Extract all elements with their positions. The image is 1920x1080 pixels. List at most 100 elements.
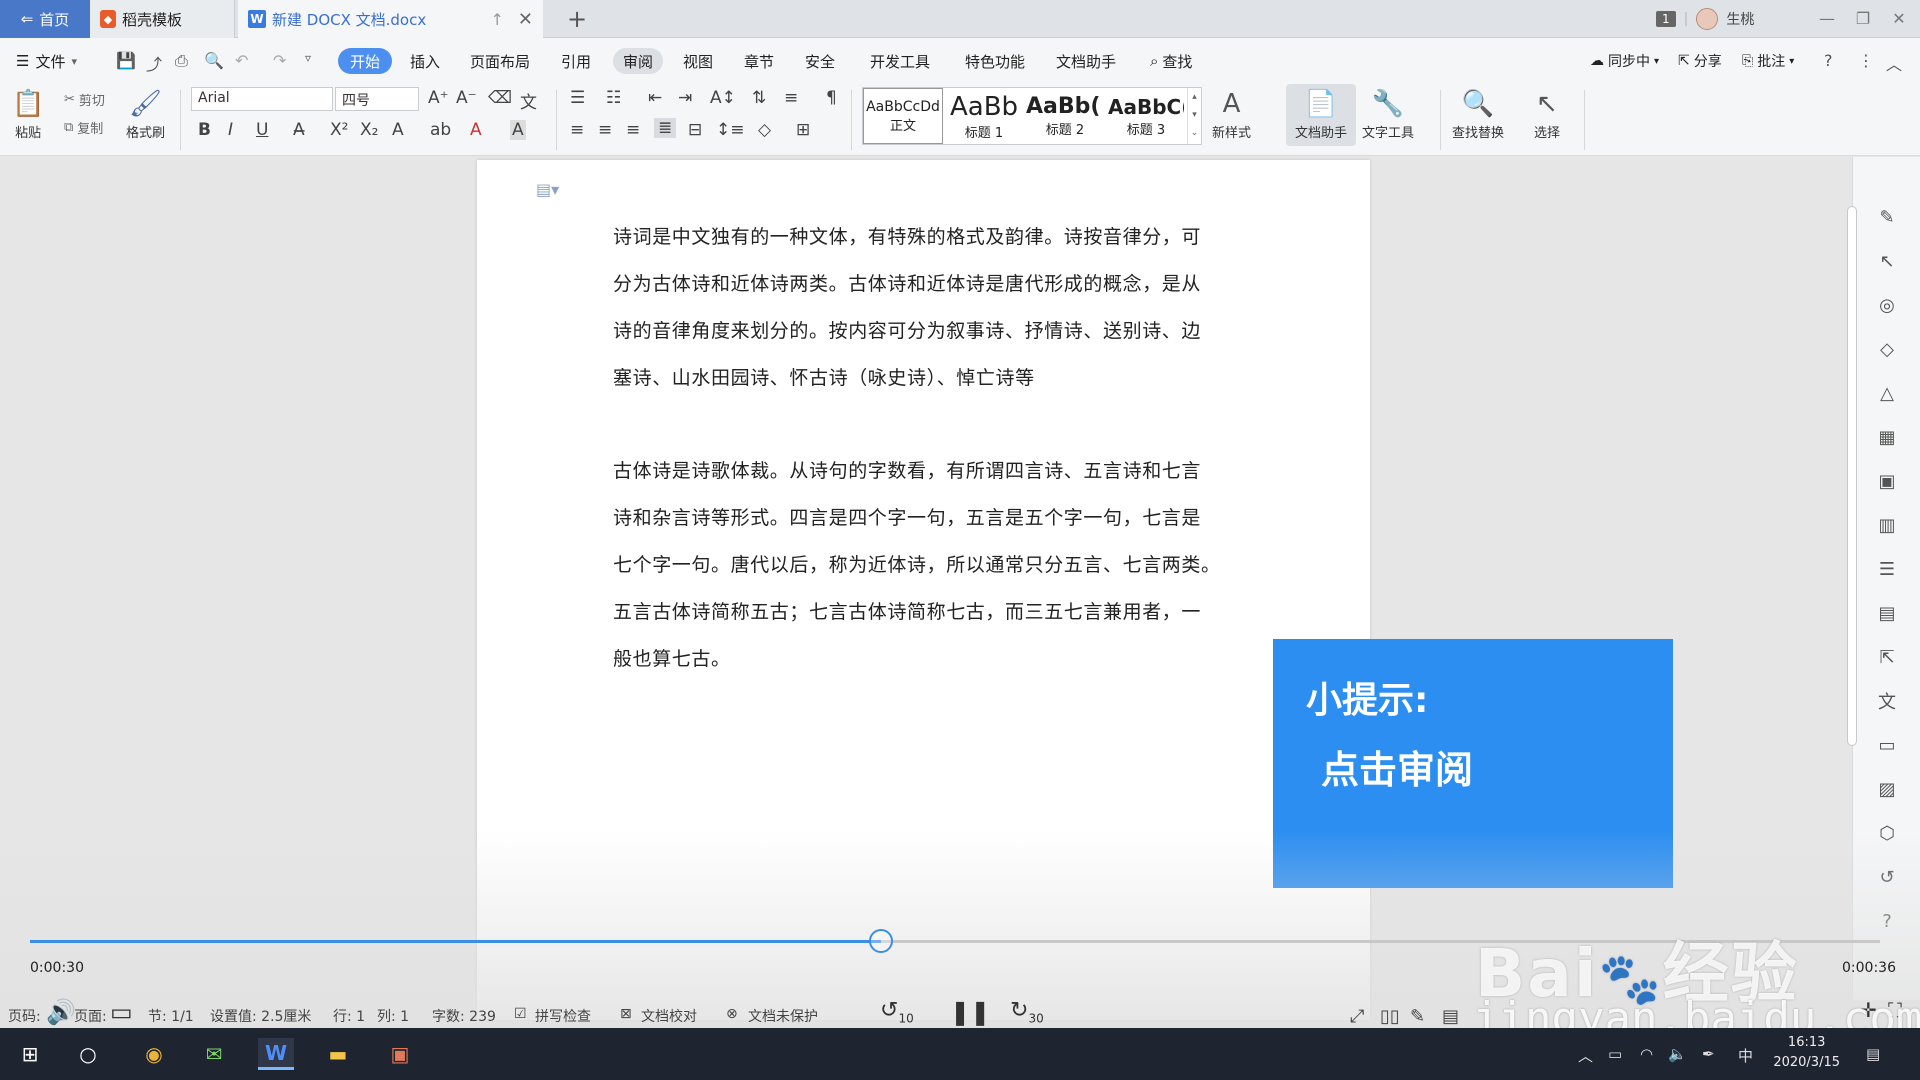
pen-tray-icon[interactable]: ✒ xyxy=(1702,1045,1715,1063)
tab-template[interactable]: ◆ 稻壳模板 xyxy=(90,0,235,38)
char-shading-icon[interactable]: A xyxy=(510,120,526,140)
page-view-icon[interactable]: ▤ xyxy=(1442,1006,1459,1027)
font-color-icon[interactable]: A xyxy=(470,120,482,140)
wps-writer-icon[interactable]: W xyxy=(258,1038,294,1070)
avatar[interactable] xyxy=(1696,8,1719,30)
file-menu[interactable]: ☰ 文件 ▾ xyxy=(16,48,77,74)
undo-icon[interactable]: ↶ xyxy=(235,51,248,70)
shapes-icon[interactable]: ◇ xyxy=(1875,337,1899,361)
justify-icon[interactable]: ≣ xyxy=(654,118,677,138)
font-size-select[interactable]: 四号 xyxy=(335,87,419,111)
tab-view[interactable]: 视图 xyxy=(683,48,713,74)
close-tab-icon[interactable]: ✕ xyxy=(518,9,533,30)
two-page-icon[interactable]: ▯▯ xyxy=(1380,1006,1400,1027)
sync-status[interactable]: ☁ 同步中 ▾ xyxy=(1590,48,1659,74)
style-normal[interactable]: AaBbCcDd 正文 xyxy=(863,88,943,144)
shrink-font-icon[interactable]: A⁻ xyxy=(456,88,477,108)
shading-icon[interactable]: ◇ xyxy=(758,120,771,140)
numbered-list-icon[interactable]: ☷ xyxy=(606,88,621,108)
layers-icon[interactable]: △ xyxy=(1875,381,1899,405)
battery-icon[interactable]: ▭ xyxy=(1608,1045,1622,1063)
decrease-indent-icon[interactable]: ⇤ xyxy=(648,88,662,108)
settings-sliders-icon[interactable]: ☰ xyxy=(1875,557,1899,581)
export-doc-icon[interactable]: ⇱ xyxy=(1875,645,1899,669)
speaker-icon[interactable]: 🔈 xyxy=(1668,1045,1687,1063)
tab-doc-assistant[interactable]: 文档助手 xyxy=(1056,48,1116,74)
user-name[interactable]: 生桃 xyxy=(1726,9,1754,29)
grow-font-icon[interactable]: A⁺ xyxy=(428,88,449,108)
help-icon[interactable]: ? xyxy=(1824,51,1833,70)
print-preview-icon[interactable]: 🔍 xyxy=(204,51,224,70)
pen-icon[interactable]: ✎ xyxy=(1875,205,1899,229)
tab-security[interactable]: 安全 xyxy=(805,48,835,74)
pointer-icon[interactable]: ↖ xyxy=(1875,249,1899,273)
pinyin-icon[interactable]: 文 xyxy=(520,88,537,113)
save-icon[interactable]: 💾 xyxy=(116,51,136,70)
restore-button[interactable]: ❐ xyxy=(1848,6,1878,30)
paragraph-2[interactable]: 古体诗是诗歌体裁。从诗句的字数看，有所谓四言诗、五言诗和七言 诗和杂言诗等形式。… xyxy=(613,448,1238,683)
fullscreen-icon[interactable]: ⤢ xyxy=(1350,1006,1364,1027)
comment-button[interactable]: ⎘ 批注 ▾ xyxy=(1742,48,1794,74)
word-count[interactable]: 字数: 239 xyxy=(432,1006,496,1026)
tab-special-features[interactable]: 特色功能 xyxy=(965,48,1025,74)
increase-indent-icon[interactable]: ⇥ xyxy=(678,88,692,108)
protection-icon[interactable]: ⊗ xyxy=(726,1006,738,1022)
format-painter-button[interactable]: 🖌 格式刷 xyxy=(126,86,165,141)
subscript-icon[interactable]: X₂ xyxy=(360,120,378,140)
char-direction-icon[interactable]: A↕ xyxy=(710,88,736,108)
proofread-button[interactable]: 文档校对 xyxy=(641,1006,697,1026)
pin-icon[interactable]: ↑ xyxy=(491,10,504,29)
export-icon[interactable]: ⤴ xyxy=(146,51,162,75)
tab-chapter[interactable]: 章节 xyxy=(744,48,774,74)
vertical-scrollbar[interactable] xyxy=(1846,200,1858,750)
strikethrough-icon[interactable]: A̶ xyxy=(293,120,305,140)
sort-icon[interactable]: ⇅ xyxy=(752,88,766,108)
more-options-icon[interactable]: ⋮ xyxy=(1858,51,1874,70)
wifi-icon[interactable]: ◠ xyxy=(1640,1045,1653,1063)
windows-start-icon[interactable]: ⊞ xyxy=(12,1038,48,1070)
underline-icon[interactable]: U xyxy=(256,120,268,140)
line-spacing-icon[interactable]: ↕≡ xyxy=(716,120,745,140)
new-style-button[interactable]: A 新样式 xyxy=(1212,86,1251,141)
apps-icon[interactable]: ▣ xyxy=(1875,469,1899,493)
clock[interactable]: 16:13 2020/3/15 xyxy=(1773,1033,1840,1073)
style-heading-3[interactable]: AaBbC( 标题 3 xyxy=(1107,88,1185,144)
protection-status[interactable]: 文档未保护 xyxy=(748,1006,818,1026)
distributed-icon[interactable]: ⊟ xyxy=(688,120,702,140)
skip-back-button[interactable]: ↺10 xyxy=(880,998,914,1025)
notification-icon[interactable]: ▤ xyxy=(1866,1045,1880,1063)
find-replace-button[interactable]: 🔍 查找替换 xyxy=(1452,86,1504,141)
style-gallery-scroll[interactable]: ▴ ▾ ⌄ xyxy=(1187,88,1201,144)
tab-home[interactable]: ⇐ 首页 xyxy=(0,0,90,38)
print-icon[interactable]: ⎙ xyxy=(175,51,188,71)
volume-icon[interactable]: 🔊 xyxy=(46,998,76,1026)
bold-icon[interactable]: B xyxy=(198,120,211,140)
spellcheck-icon[interactable]: ☑ xyxy=(514,1006,527,1022)
tray-expand-icon[interactable]: ︿ xyxy=(1578,1045,1593,1066)
skip-forward-button[interactable]: ↻30 xyxy=(1010,998,1044,1025)
ime-indicator[interactable]: 中 xyxy=(1738,1045,1753,1066)
align-right-icon[interactable]: ≡ xyxy=(626,120,640,140)
redo-icon[interactable]: ↷ xyxy=(273,51,286,70)
show-marks-icon[interactable]: ¶ xyxy=(826,88,837,108)
paragraph-layout-icon[interactable]: ▤▾ xyxy=(536,180,559,199)
picture-icon[interactable]: ▨ xyxy=(1875,777,1899,801)
share-button[interactable]: ⇱ 分享 xyxy=(1678,48,1722,74)
align-center-icon[interactable]: ≡ xyxy=(598,120,612,140)
search-command[interactable]: ⌕ 查找 xyxy=(1150,48,1192,74)
align-left-icon[interactable]: ≡ xyxy=(570,120,584,140)
superscript-icon[interactable]: X² xyxy=(330,120,348,140)
font-name-select[interactable]: Arial xyxy=(191,87,333,111)
tab-developer[interactable]: 开发工具 xyxy=(870,48,930,74)
paragraph-spacing-icon[interactable]: ≡ xyxy=(784,88,798,108)
border-icon[interactable]: ⊞ xyxy=(796,120,810,140)
style-heading-2[interactable]: AaBb( 标题 2 xyxy=(1025,88,1105,144)
spellcheck-button[interactable]: 拼写检查 xyxy=(535,1006,591,1026)
style-heading-1[interactable]: AaBb 标题 1 xyxy=(945,88,1023,144)
tab-references[interactable]: 引用 xyxy=(561,48,591,74)
table-icon[interactable]: ▦ xyxy=(1875,425,1899,449)
minimize-button[interactable]: — xyxy=(1812,6,1842,30)
tab-page-layout[interactable]: 页面布局 xyxy=(470,48,530,74)
customize-toolbar-icon[interactable]: ▿ xyxy=(305,51,311,65)
edit-mode-icon[interactable]: ✎ xyxy=(1410,1006,1425,1027)
